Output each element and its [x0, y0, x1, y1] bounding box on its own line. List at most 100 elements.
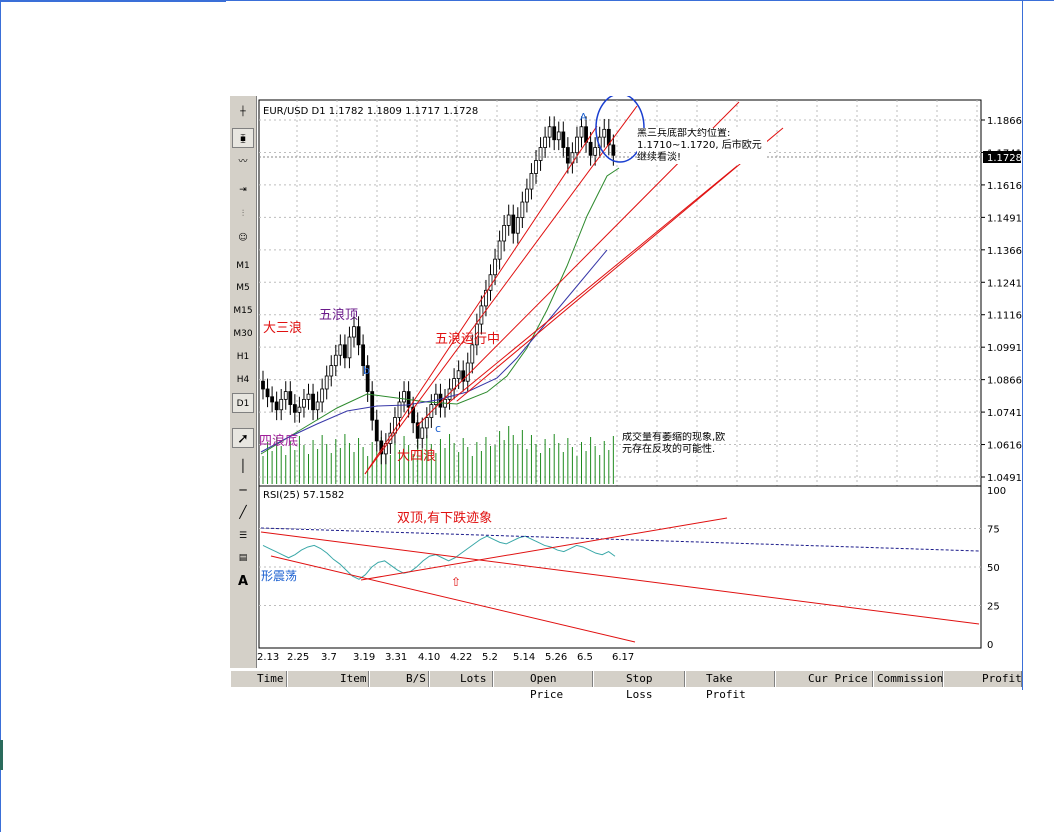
time-tick-label: 6.5	[577, 652, 593, 663]
candle-icon[interactable]: ⧯	[232, 128, 254, 148]
annotation-note-volume: 成交量有萎缩的现象,欧元存在反攻的可能性.	[622, 432, 726, 455]
rsi-annotation-double-top: 双顶,有下跌迹象	[397, 510, 492, 526]
price-tick-label: 1.0491	[987, 473, 1022, 484]
annotation-a: A	[580, 112, 587, 123]
candle-body	[315, 401, 320, 411]
side-marker	[0, 740, 3, 770]
candle-body	[347, 336, 352, 359]
vertical-line-icon[interactable]: │	[232, 456, 254, 476]
autoscroll-icon[interactable]: ⫶	[232, 204, 254, 224]
candle-body	[465, 362, 470, 382]
price-tick-label: 1.1866	[987, 116, 1022, 127]
rsi-annotation-arrow: ⇧	[451, 575, 461, 589]
fibo-icon[interactable]: ▤	[232, 548, 254, 568]
price-tick-label: 1.1241	[987, 278, 1022, 289]
candle-body	[356, 326, 361, 346]
time-axis: 2.13 2.25 3.7 3.19 3.31 4.10 4.22 5.2 5.14 5.26 6.…	[257, 652, 634, 663]
col-commission[interactable]: Commission	[873, 671, 943, 687]
timeframe-m1[interactable]: M1	[232, 256, 254, 276]
cursor-icon[interactable]: ➚	[232, 428, 254, 448]
annotation-wave4-bottom: 四浪底	[259, 433, 298, 449]
col-item[interactable]: Item	[287, 671, 369, 687]
time-tick-label: 3.31	[385, 652, 407, 663]
expert-icon[interactable]: ☺	[232, 228, 254, 248]
candle-body	[320, 388, 325, 403]
chart-svg: !!! EUR/USD D1 1.1782 1.1809 1.1717 1.17…	[257, 60, 1022, 663]
time-tick-label: 3.7	[321, 652, 337, 663]
candle-body	[292, 404, 297, 413]
candle-body	[265, 388, 270, 398]
rsi-tick-label: 100	[987, 486, 1006, 497]
trendline-icon[interactable]: ╱	[232, 502, 254, 522]
time-tick-label: 2.25	[287, 652, 309, 663]
price-panel-title: EUR/USD D1 1.1782 1.1809 1.1717 1.1728	[263, 106, 478, 117]
candle-body	[333, 354, 338, 367]
col-profit[interactable]: Profit	[943, 671, 1022, 687]
timeframe-m30[interactable]: M30	[232, 324, 254, 344]
rsi-tick-label: 75	[987, 525, 1000, 536]
price-tick-label: 1.1491	[987, 213, 1022, 224]
candle-body	[543, 136, 548, 148]
line-chart-icon[interactable]: 〰	[232, 152, 254, 172]
col-stop-loss[interactable]: Stop Loss	[593, 671, 685, 701]
candle-body	[424, 417, 429, 429]
time-tick-label: 6.17	[612, 652, 634, 663]
col-time[interactable]: Time	[230, 671, 287, 687]
crosshair-icon[interactable]: ┼	[232, 102, 254, 122]
timeframe-m5[interactable]: M5	[232, 278, 254, 298]
candle-body	[311, 393, 315, 411]
annotation-c: c	[435, 422, 441, 435]
candle-body	[370, 391, 375, 421]
col-take-profit[interactable]: Take Profit	[685, 671, 775, 701]
timeframe-h4[interactable]: H4	[232, 370, 254, 390]
candle-body	[538, 147, 543, 161]
horizontal-line-icon[interactable]: ─	[232, 480, 254, 500]
timeframe-d1[interactable]: D1	[232, 393, 254, 413]
annotation-wave3: 大三浪	[263, 321, 302, 336]
channel-icon[interactable]: ☰	[232, 526, 254, 546]
candle-body	[593, 147, 598, 156]
candle-body	[456, 370, 461, 379]
candle-body	[420, 427, 425, 439]
text-icon[interactable]: A	[232, 572, 254, 592]
price-tick-label: 1.0616	[987, 441, 1022, 452]
candle-body	[575, 136, 579, 154]
price-tick-label: 1.0741	[987, 408, 1022, 419]
time-tick-label: 3.19	[353, 652, 375, 663]
col-cur-price[interactable]: Cur Price	[775, 671, 873, 687]
annotation-wave5-top: 五浪顶	[319, 308, 358, 323]
time-tick-label: 5.26	[545, 652, 567, 663]
timeframe-m15[interactable]: M15	[232, 301, 254, 321]
candle-body	[515, 217, 520, 234]
price-axis: 1.18661.17411.16161.14911.13661.12411.11…	[981, 116, 1022, 484]
candle-body	[552, 126, 557, 141]
candle-body	[493, 258, 497, 276]
time-tick-label: 5.14	[513, 652, 535, 663]
timeframe-h1[interactable]: H1	[232, 347, 254, 367]
window-left-border	[0, 0, 1, 832]
col-bs[interactable]: B/S	[369, 671, 429, 687]
candle-body	[297, 406, 302, 413]
candle-body	[502, 225, 507, 242]
rsi-axis: 100 75 50 25 0	[987, 486, 1006, 651]
candle-body	[279, 398, 284, 411]
candle-body	[306, 393, 311, 400]
candle-body	[529, 173, 534, 190]
candle-body	[511, 214, 516, 234]
col-open-price[interactable]: Open Price	[493, 671, 593, 701]
col-lots[interactable]: Lots	[429, 671, 493, 687]
candle-body	[274, 401, 279, 411]
time-tick-label: 2.13	[257, 652, 279, 663]
rsi-tick-label: 50	[987, 563, 1000, 574]
time-tick-label: 4.22	[450, 652, 472, 663]
scroll-icon[interactable]: ⇥	[232, 180, 254, 200]
candle-body	[561, 131, 566, 148]
candle-body	[402, 391, 406, 403]
candle-body	[547, 126, 552, 138]
chart-area[interactable]: !!! EUR/USD D1 1.1782 1.1809 1.1717 1.17…	[257, 60, 1022, 668]
candle-body	[352, 326, 356, 338]
price-tick-label: 1.0866	[987, 376, 1022, 387]
chart-toolbar: ┼ ⧯ 〰 ⇥ ⫶ ☺ M1 M5 M15 M30 H1 H4 D1 ➚ │ ─…	[230, 96, 257, 668]
rsi-tick-label: 0	[987, 640, 993, 651]
annotation-note-top: 黑三兵底部大约位置: 1.1710~1.1720, 后市欧元继续看淡!	[637, 128, 767, 164]
